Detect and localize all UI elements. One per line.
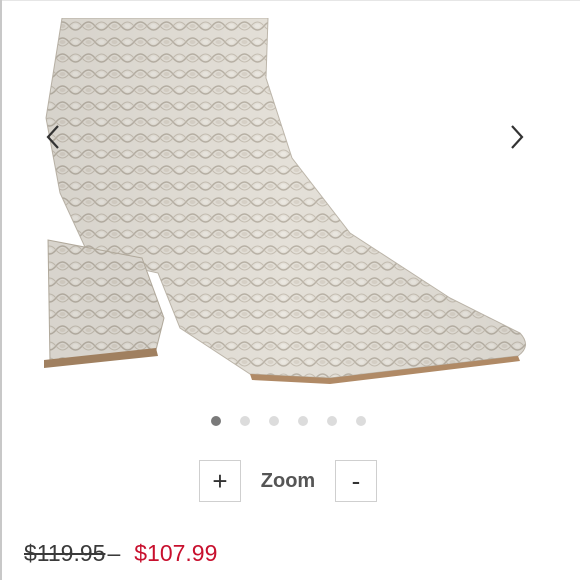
original-price: $119.95	[24, 540, 106, 566]
price-row: $119.95 – $107.99	[24, 540, 217, 567]
next-image-button[interactable]	[502, 120, 532, 154]
pagination-dot-5[interactable]	[327, 416, 337, 426]
product-image	[44, 18, 526, 384]
chevron-left-icon	[46, 125, 59, 149]
chevron-right-icon	[511, 125, 524, 149]
pagination-dot-1[interactable]	[211, 416, 221, 426]
zoom-controls: + Zoom -	[199, 459, 377, 503]
previous-image-button[interactable]	[38, 120, 68, 154]
pagination-dot-6[interactable]	[356, 416, 366, 426]
pagination-dot-2[interactable]	[240, 416, 250, 426]
sale-price: $107.99	[134, 540, 218, 566]
zoom-out-button[interactable]: -	[335, 460, 377, 502]
top-border	[0, 0, 580, 1]
image-pagination-dots	[0, 416, 580, 430]
pagination-dot-3[interactable]	[269, 416, 279, 426]
pagination-dot-4[interactable]	[298, 416, 308, 426]
price-separator: –	[107, 540, 121, 566]
zoom-in-button[interactable]: +	[199, 460, 241, 502]
left-border	[0, 0, 2, 580]
zoom-label: Zoom	[260, 469, 316, 492]
